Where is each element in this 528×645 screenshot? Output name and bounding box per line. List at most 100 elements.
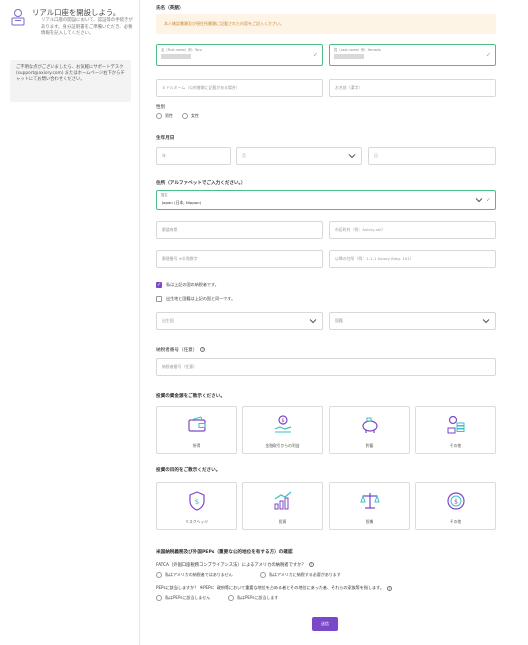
sidebar-description: リアル口座の開設において、認証等の手続きがあります。身分証明書をご準備いただき、…	[41, 18, 133, 37]
application-form: 氏名（英語） 本人確認書類及び現住所書類に記載された内容をご記入ください。 名（…	[152, 0, 497, 645]
kanji-name-field[interactable]: お名前（漢字）	[329, 79, 496, 97]
first-name-field[interactable]: 名（First name）例：Taro ✓	[156, 44, 323, 66]
funds-trading-profit-card[interactable]: $ 金融取引からの利益	[242, 406, 323, 454]
birth-month-placeholder: 月	[242, 153, 246, 158]
city-placeholder: 市区町村（例：Axiory-shi）	[335, 227, 386, 232]
tax-number-placeholder: 納税者番号（任意）	[162, 364, 198, 369]
piggy-bank-icon	[362, 417, 378, 433]
shield-dollar-icon: $	[189, 491, 205, 511]
help-icon[interactable]: ?	[200, 347, 206, 352]
peps-yes-label: 私はPEPsに該当します	[237, 595, 279, 600]
funds-heading: 投資の資金源をご教示ください。	[156, 394, 225, 399]
peps-no-label: 私はPEPsに該当しません	[165, 595, 211, 600]
purpose-speculation-card[interactable]: 投機	[329, 482, 410, 530]
svg-text:$: $	[281, 418, 284, 424]
middle-name-field[interactable]: ミドルネーム（公的書類に記載がある場合）	[156, 79, 323, 97]
peps-no-radio[interactable]: 私はPEPsに該当しません	[156, 595, 210, 601]
submit-button[interactable]: 送信	[312, 617, 338, 631]
prefecture-placeholder: 都道府県	[162, 227, 178, 232]
tax-number-label: 納税者番号（任意）?	[156, 347, 206, 353]
postal-code-placeholder: 郵便番号 ※半角数字	[162, 256, 198, 261]
postal-code-field[interactable]: 郵便番号 ※半角数字	[156, 250, 323, 268]
help-icon[interactable]: ?	[308, 562, 314, 567]
fatca-question-text: FATCA（外国口座税務コンプライアンス法）によるアメリカの納税者ですか？	[156, 563, 306, 568]
country-value: Japan (日本, Nippon)	[162, 200, 202, 205]
notice-text: 本人確認書類及び現住所書類に記載された内容をご記入ください。	[164, 21, 284, 26]
birth-country-select[interactable]: 出生国	[156, 312, 323, 330]
first-name-value-redacted	[161, 54, 191, 59]
last-name-value-redacted	[334, 54, 364, 59]
fatca-heading: 米国納税義務及び外国PEPs（重要な公的地位を有する方）の確認	[156, 550, 293, 555]
valid-check-icon: ✓	[485, 51, 491, 59]
purpose-heading: 投資の目的をご教示ください。	[156, 468, 221, 473]
chevron-down-icon	[348, 154, 356, 159]
birthplace-checkbox[interactable]: 出生地と国籍は上記の国と同一です。	[156, 296, 235, 302]
birth-day-field[interactable]: 日	[368, 147, 496, 165]
account-open-icon	[11, 9, 25, 26]
purpose-risk-hedge-card[interactable]: $ リスクヘッジ	[156, 482, 237, 530]
city-field[interactable]: 市区町村（例：Axiory-shi）	[329, 221, 496, 239]
purpose-risk-hedge-label: リスクヘッジ	[185, 519, 208, 524]
tax-resident-label: 私は上記の国の納税者です。	[166, 282, 219, 287]
purpose-speculation-label: 投機	[365, 519, 374, 524]
funds-income-label: 所得	[192, 443, 201, 448]
coin-hand-icon: $	[274, 415, 292, 433]
prefecture-field[interactable]: 都道府県	[156, 221, 323, 239]
birth-year-placeholder: 年	[162, 153, 166, 158]
chevron-down-icon	[475, 198, 483, 203]
country-label: 国名	[161, 193, 168, 197]
support-help-box: ご不明な点がございましたら、お気軽にサポートデスク (support@axior…	[10, 60, 131, 102]
gender-female-radio[interactable]: 女性	[182, 113, 199, 119]
checked-icon: ✓	[156, 282, 162, 288]
funds-other-card[interactable]: その他	[415, 406, 496, 454]
country-select[interactable]: 国名 Japan (日本, Nippon) ✓	[156, 190, 496, 210]
help-icon[interactable]: ?	[386, 585, 392, 591]
svg-text:$: $	[454, 499, 458, 506]
middle-name-placeholder: ミドルネーム（公的書類に記載がある場合）	[162, 85, 240, 90]
name-heading: 氏名（英語）	[156, 6, 184, 11]
peps-question: PEPsに該当しますか？ ※PEPs：政府等において重要な地位を占める者とその地…	[156, 585, 392, 591]
nationality-placeholder: 国籍	[335, 318, 343, 323]
funds-income-card[interactable]: 所得	[156, 406, 237, 454]
gender-female-label: 女性	[191, 113, 199, 118]
purpose-investment-label: 投資	[278, 519, 287, 524]
sidebar: リアル口座を開設しよう。 リアル口座の開設において、認証等の手続きがあります。身…	[0, 0, 140, 645]
valid-check-icon: ✓	[312, 51, 318, 59]
wallet-icon	[188, 416, 206, 432]
gender-male-radio[interactable]: 男性	[156, 113, 173, 119]
funds-savings-label: 貯蓄	[365, 443, 374, 448]
first-name-label: 名（First name）例：Taro	[161, 48, 202, 52]
peps-yes-radio[interactable]: 私はPEPsに該当します	[228, 595, 278, 601]
fatca-no-radio[interactable]: 私はアメリカの納税者ではありません	[156, 572, 233, 578]
tax-number-field[interactable]: 納税者番号（任意）	[156, 358, 496, 376]
birth-country-placeholder: 出生国	[162, 318, 174, 323]
street-address-placeholder: 以降の住所（例：1-1-1 Axiory Bldg. 101）	[335, 256, 414, 261]
birth-day-placeholder: 日	[374, 153, 378, 158]
coins-stack-icon	[447, 415, 465, 434]
nationality-select[interactable]: 国籍	[329, 312, 496, 330]
last-name-field[interactable]: 姓（Last name）例：Yamada ✓	[329, 44, 496, 66]
fatca-question: FATCA（外国口座税務コンプライアンス法）によるアメリカの納税者ですか？?	[156, 562, 314, 568]
svg-text:$: $	[195, 498, 199, 506]
address-heading: 住所（アルファベットでご入力ください。）	[156, 181, 246, 186]
purpose-investment-card[interactable]: 投資	[242, 482, 323, 530]
chevron-down-icon	[482, 319, 490, 324]
fatca-yes-radio[interactable]: 私はアメリカに納税する必要があります	[260, 572, 341, 578]
gender-male-label: 男性	[165, 113, 173, 118]
birth-year-field[interactable]: 年	[156, 147, 231, 165]
fatca-no-label: 私はアメリカの納税者ではありません	[165, 572, 233, 577]
birthdate-heading: 生年月日	[156, 136, 175, 141]
notice-banner: 本人確認書類及び現住所書類に記載された内容をご記入ください。	[156, 14, 496, 34]
gender-label: 性別	[156, 105, 166, 110]
fatca-yes-label: 私はアメリカに納税する必要があります	[269, 572, 341, 577]
kanji-name-placeholder: お名前（漢字）	[335, 85, 363, 90]
funds-other-label: その他	[449, 443, 462, 448]
street-address-field[interactable]: 以降の住所（例：1-1-1 Axiory Bldg. 101）	[329, 250, 496, 268]
funds-savings-card[interactable]: 貯蓄	[329, 406, 410, 454]
birthplace-label: 出生地と国籍は上記の国と同一です。	[166, 296, 236, 301]
purpose-other-card[interactable]: $ その他	[415, 482, 496, 530]
tax-resident-checkbox[interactable]: ✓ 私は上記の国の納税者です。	[156, 282, 219, 288]
last-name-label: 姓（Last name）例：Yamada	[334, 48, 381, 52]
tax-number-label-text: 納税者番号（任意）	[156, 348, 198, 353]
birth-month-select[interactable]: 月	[236, 147, 362, 165]
